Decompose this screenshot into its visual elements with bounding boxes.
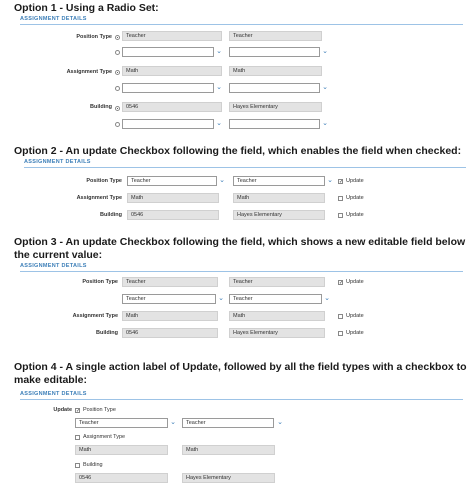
option2-section-title: ASSIGNMENT DETAILS [24,159,91,165]
option1-position-current: Teacher [122,31,222,41]
chevron-down-icon[interactable]: ⌄ [218,176,226,186]
option1-building-select-new-2[interactable] [229,119,320,129]
option4-update-action-label: Update [53,407,72,413]
option3-assignment-readonly: Math [229,311,325,321]
option1-assignment-label: Assignment Type [66,69,112,75]
option3-section-divider [20,271,463,272]
option1-building-select-new[interactable] [122,119,214,129]
option4-assignment-check-label: Assignment Type [83,434,126,440]
option1-position-readonly: Teacher [229,31,322,41]
chevron-down-icon[interactable]: ⌄ [215,119,223,129]
option2-building-current: 0546 [127,210,219,220]
option3-assignment-update-label: Update [346,313,364,319]
option3-position-update-checkbox[interactable]: ✓ [338,280,343,286]
option2-assignment-label: Assignment Type [76,195,122,201]
option2-position-current[interactable]: Teacher [127,176,217,186]
option2-position-select[interactable]: Teacher [233,176,325,186]
option4-position-check-label: Position Type [83,407,116,413]
option3-position-label: Position Type [82,279,118,285]
option3-building-update-checkbox[interactable] [338,331,343,336]
option3-building-label: Building [96,330,118,336]
option3-building-current: 0546 [122,328,218,338]
option1-assignment-select-new-2[interactable] [229,83,320,93]
option4-building-current: 0546 [75,473,168,483]
option1-assignment-radio-new[interactable] [115,86,120,91]
option2-position-label: Position Type [86,178,122,184]
option2-position-update-label: Update [346,178,364,184]
chevron-down-icon[interactable]: ⌄ [321,119,329,129]
option1-assignment-readonly: Math [229,66,322,76]
option4-building-readonly: Hayes Elementary [182,473,275,483]
option3-assignment-update-checkbox[interactable] [338,314,343,319]
option1-position-radio-new[interactable] [115,50,120,55]
option3-position-current: Teacher [122,277,218,287]
option2-section-divider [24,167,466,168]
option2-building-update-label: Update [346,212,364,218]
option3-assignment-label: Assignment Type [72,313,118,319]
option2-assignment-current: Math [127,193,219,203]
option3-building-readonly: Hayes Elementary [229,328,325,338]
option1-position-select-new-2[interactable] [229,47,320,57]
option3-position-new-select[interactable]: Teacher [122,294,216,304]
option4-position-checkbox[interactable]: ✓ [75,408,80,414]
option3-position-update-label: Update [346,279,364,285]
option4-assignment-readonly: Math [182,445,275,455]
option1-position-label: Position Type [76,34,112,40]
option1-assignment-current: Math [122,66,222,76]
option1-building-readonly: Hayes Elementary [229,102,322,112]
option2-assignment-update-checkbox[interactable] [338,196,343,201]
option3-position-new-select-2[interactable]: Teacher [229,294,322,304]
option4-heading-line1: Option 4 - A single action label of Upda… [14,361,467,373]
chevron-down-icon[interactable]: ⌄ [276,418,284,428]
option1-assignment-select-new[interactable] [122,83,214,93]
option1-building-radio-current[interactable] [115,106,120,111]
option3-heading-line2: the current value: [14,249,103,261]
option4-section-divider [20,399,463,400]
option3-position-readonly: Teacher [229,277,325,287]
chevron-down-icon[interactable]: ⌄ [321,83,329,93]
option4-section-title: ASSIGNMENT DETAILS [20,391,87,397]
option4-position-select-2[interactable]: Teacher [182,418,274,428]
option1-building-current: 0546 [122,102,222,112]
option4-assignment-checkbox[interactable] [75,435,80,440]
option4-building-checkbox[interactable] [75,463,80,468]
option3-section-title: ASSIGNMENT DETAILS [20,263,87,269]
option2-assignment-update-label: Update [346,195,364,201]
option1-position-select-new[interactable] [122,47,214,57]
option4-heading-line2: make editable: [14,374,87,386]
option3-heading-line1: Option 3 - An update Checkbox following … [14,236,466,248]
option3-assignment-current: Math [122,311,218,321]
option2-assignment-readonly: Math [233,193,325,203]
option4-assignment-current: Math [75,445,168,455]
option1-assignment-radio-current[interactable] [115,70,120,75]
chevron-down-icon[interactable]: ⌄ [323,294,331,304]
option1-position-radio-current[interactable] [115,35,120,40]
option1-heading: Option 1 - Using a Radio Set: [14,2,159,14]
option3-building-update-label: Update [346,330,364,336]
chevron-down-icon[interactable]: ⌄ [217,294,225,304]
chevron-down-icon[interactable]: ⌄ [326,176,334,186]
option1-building-radio-new[interactable] [115,122,120,127]
option2-heading: Option 2 - An update Checkbox following … [14,145,462,157]
option4-building-check-label: Building [83,462,103,468]
option1-section-divider [20,24,463,25]
chevron-down-icon[interactable]: ⌄ [215,47,223,57]
option4-position-select[interactable]: Teacher [75,418,168,428]
option2-building-readonly: Hayes Elementary [233,210,325,220]
option2-building-update-checkbox[interactable] [338,213,343,218]
option1-section-title: ASSIGNMENT DETAILS [20,16,87,22]
chevron-down-icon[interactable]: ⌄ [215,83,223,93]
chevron-down-icon[interactable]: ⌄ [169,418,177,428]
chevron-down-icon[interactable]: ⌄ [321,47,329,57]
option1-building-label: Building [90,104,112,110]
option2-position-update-checkbox[interactable]: ✓ [338,179,343,185]
option2-building-label: Building [100,212,122,218]
